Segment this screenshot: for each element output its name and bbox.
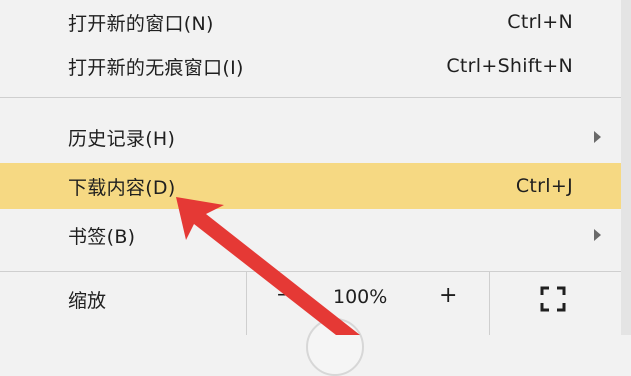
- menu-item-label: 书签(B): [68, 225, 136, 248]
- zoom-out-button[interactable]: –: [277, 282, 288, 307]
- zoom-in-button[interactable]: +: [439, 283, 457, 308]
- menu-separator: [0, 97, 621, 98]
- zoom-label: 缩放: [68, 290, 107, 312]
- menu-item-shortcut: Ctrl+Shift+N: [446, 55, 573, 77]
- fullscreen-icon[interactable]: [540, 286, 566, 312]
- menu-item-label: 打开新的窗口(N): [68, 12, 214, 35]
- context-menu: 打开新的窗口(N) Ctrl+N 打开新的无痕窗口(I) Ctrl+Shift+…: [0, 0, 621, 335]
- menu-scroll-edge: [621, 0, 631, 335]
- menu-item-bookmarks[interactable]: 书签(B): [0, 213, 621, 257]
- menu-item-label: 打开新的无痕窗口(I): [68, 56, 244, 79]
- menu-item-shortcut: Ctrl+J: [515, 175, 573, 197]
- submenu-arrow-icon: [594, 229, 601, 241]
- menu-item-label: 下载内容(D): [68, 176, 176, 199]
- menu-item-new-window[interactable]: 打开新的窗口(N) Ctrl+N: [0, 0, 621, 44]
- zoom-controls: – 100% +: [246, 272, 490, 335]
- zoom-row: 缩放 – 100% +: [0, 272, 621, 335]
- submenu-arrow-icon: [594, 131, 601, 143]
- mouse-cursor-indicator: [306, 318, 364, 376]
- menu-item-label: 历史记录(H): [68, 127, 176, 150]
- menu-item-new-incognito-window[interactable]: 打开新的无痕窗口(I) Ctrl+Shift+N: [0, 44, 621, 88]
- menu-item-shortcut: Ctrl+N: [507, 11, 573, 33]
- zoom-level: 100%: [333, 286, 388, 308]
- menu-item-downloads[interactable]: 下载内容(D) Ctrl+J: [0, 163, 621, 209]
- menu-item-history[interactable]: 历史记录(H): [0, 115, 621, 159]
